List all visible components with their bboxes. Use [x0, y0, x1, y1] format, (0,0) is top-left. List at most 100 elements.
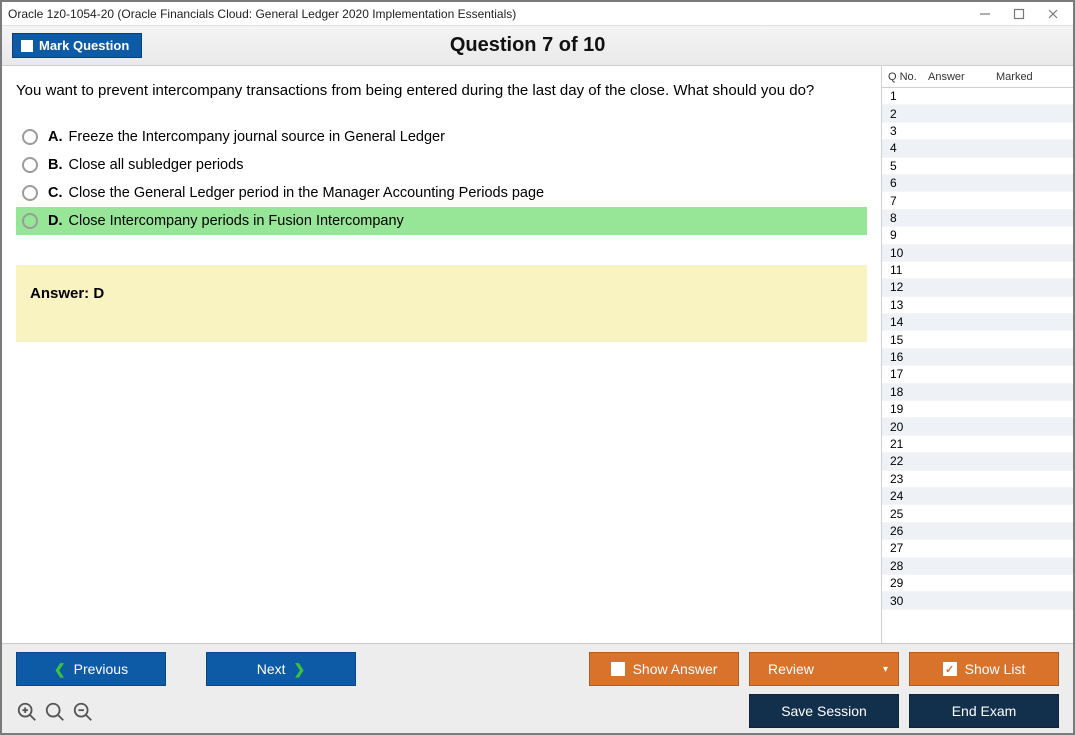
question-list-row[interactable]: 2 [882, 105, 1073, 122]
end-exam-button[interactable]: End Exam [909, 694, 1059, 728]
checkbox-checked-icon: ✓ [943, 662, 957, 676]
question-list-row[interactable]: 14 [882, 314, 1073, 331]
qno-cell: 15 [882, 333, 928, 347]
window-controls [977, 6, 1067, 22]
options-list: A. Freeze the Intercompany journal sourc… [16, 123, 867, 235]
answer-label: Answer: D [30, 285, 104, 302]
question-list-row[interactable]: 27 [882, 540, 1073, 557]
question-list-header: Q No. Answer Marked [882, 66, 1073, 88]
option-letter: B. [48, 157, 63, 173]
zoom-controls [16, 699, 94, 723]
radio-icon[interactable] [22, 213, 38, 229]
question-list-rows[interactable]: 1234567891011121314151617181920212223242… [882, 88, 1073, 643]
question-list-row[interactable]: 19 [882, 401, 1073, 418]
next-label: Next [257, 661, 286, 677]
question-list-panel: Q No. Answer Marked 12345678910111213141… [881, 66, 1073, 643]
checkbox-icon [21, 40, 33, 52]
review-label: Review [768, 661, 814, 677]
option-text: Freeze the Intercompany journal source i… [69, 129, 445, 145]
mark-question-button[interactable]: Mark Question [12, 33, 142, 58]
answer-panel: Answer: D [16, 265, 867, 342]
radio-icon[interactable] [22, 185, 38, 201]
question-list-row[interactable]: 30 [882, 592, 1073, 609]
question-list-row[interactable]: 16 [882, 349, 1073, 366]
question-list-row[interactable]: 4 [882, 140, 1073, 157]
option-letter: C. [48, 185, 63, 201]
question-list-row[interactable]: 24 [882, 488, 1073, 505]
question-list-row[interactable]: 11 [882, 262, 1073, 279]
bottom-bar: ❮ Previous Next ❯ Show Answer Review ▾ ✓… [2, 643, 1073, 733]
question-list-row[interactable]: 5 [882, 158, 1073, 175]
option-row-d[interactable]: D. Close Intercompany periods in Fusion … [16, 207, 867, 235]
title-bar: Oracle 1z0-1054-20 (Oracle Financials Cl… [2, 2, 1073, 26]
question-list-row[interactable]: 9 [882, 227, 1073, 244]
previous-button[interactable]: ❮ Previous [16, 652, 166, 686]
option-row-c[interactable]: C. Close the General Ledger period in th… [16, 179, 867, 207]
qno-cell: 13 [882, 298, 928, 312]
previous-label: Previous [74, 661, 128, 677]
zoom-out-icon[interactable] [72, 701, 94, 723]
col-answer: Answer [928, 71, 996, 83]
zoom-in-icon[interactable] [16, 701, 38, 723]
minimize-icon[interactable] [977, 6, 993, 22]
question-list-row[interactable]: 22 [882, 453, 1073, 470]
question-list-row[interactable]: 25 [882, 505, 1073, 522]
question-list-row[interactable]: 10 [882, 245, 1073, 262]
review-button[interactable]: Review ▾ [749, 652, 899, 686]
col-qno: Q No. [882, 71, 928, 83]
question-list-row[interactable]: 21 [882, 436, 1073, 453]
option-letter: D. [48, 213, 63, 229]
question-area: You want to prevent intercompany transac… [2, 66, 881, 643]
question-list-row[interactable]: 1 [882, 88, 1073, 105]
qno-cell: 4 [882, 141, 928, 155]
qno-cell: 21 [882, 437, 928, 451]
zoom-reset-icon[interactable] [44, 701, 66, 723]
save-session-button[interactable]: Save Session [749, 694, 899, 728]
radio-icon[interactable] [22, 157, 38, 173]
qno-cell: 17 [882, 367, 928, 381]
qno-cell: 23 [882, 472, 928, 486]
qno-cell: 7 [882, 194, 928, 208]
qno-cell: 2 [882, 107, 928, 121]
close-icon[interactable] [1045, 6, 1061, 22]
question-list-row[interactable]: 18 [882, 384, 1073, 401]
qno-cell: 14 [882, 315, 928, 329]
question-list-row[interactable]: 6 [882, 175, 1073, 192]
question-list-row[interactable]: 17 [882, 366, 1073, 383]
option-letter: A. [48, 129, 63, 145]
question-list-row[interactable]: 23 [882, 471, 1073, 488]
header-bar: Mark Question Question 7 of 10 [2, 26, 1073, 66]
qno-cell: 6 [882, 176, 928, 190]
chevron-down-icon: ▾ [883, 664, 888, 675]
qno-cell: 25 [882, 507, 928, 521]
qno-cell: 12 [882, 280, 928, 294]
option-text: Close all subledger periods [69, 157, 244, 173]
checkbox-icon [611, 662, 625, 676]
question-list-row[interactable]: 28 [882, 558, 1073, 575]
maximize-icon[interactable] [1011, 6, 1027, 22]
option-row-b[interactable]: B. Close all subledger periods [16, 151, 867, 179]
next-button[interactable]: Next ❯ [206, 652, 356, 686]
question-list-row[interactable]: 15 [882, 331, 1073, 348]
qno-cell: 10 [882, 246, 928, 260]
save-session-label: Save Session [781, 703, 867, 719]
col-marked: Marked [996, 71, 1073, 83]
question-list-row[interactable]: 3 [882, 123, 1073, 140]
question-list-row[interactable]: 12 [882, 279, 1073, 296]
qno-cell: 19 [882, 402, 928, 416]
show-list-button[interactable]: ✓ Show List [909, 652, 1059, 686]
question-list-row[interactable]: 29 [882, 575, 1073, 592]
qno-cell: 16 [882, 350, 928, 364]
question-list-row[interactable]: 26 [882, 523, 1073, 540]
show-answer-button[interactable]: Show Answer [589, 652, 739, 686]
question-list-row[interactable]: 13 [882, 297, 1073, 314]
question-list-row[interactable]: 20 [882, 418, 1073, 435]
question-list-row[interactable]: 8 [882, 210, 1073, 227]
option-row-a[interactable]: A. Freeze the Intercompany journal sourc… [16, 123, 867, 151]
qno-cell: 11 [882, 263, 928, 277]
mark-question-label: Mark Question [39, 38, 129, 53]
option-text: Close Intercompany periods in Fusion Int… [69, 213, 404, 229]
radio-icon[interactable] [22, 129, 38, 145]
qno-cell: 24 [882, 489, 928, 503]
question-list-row[interactable]: 7 [882, 192, 1073, 209]
